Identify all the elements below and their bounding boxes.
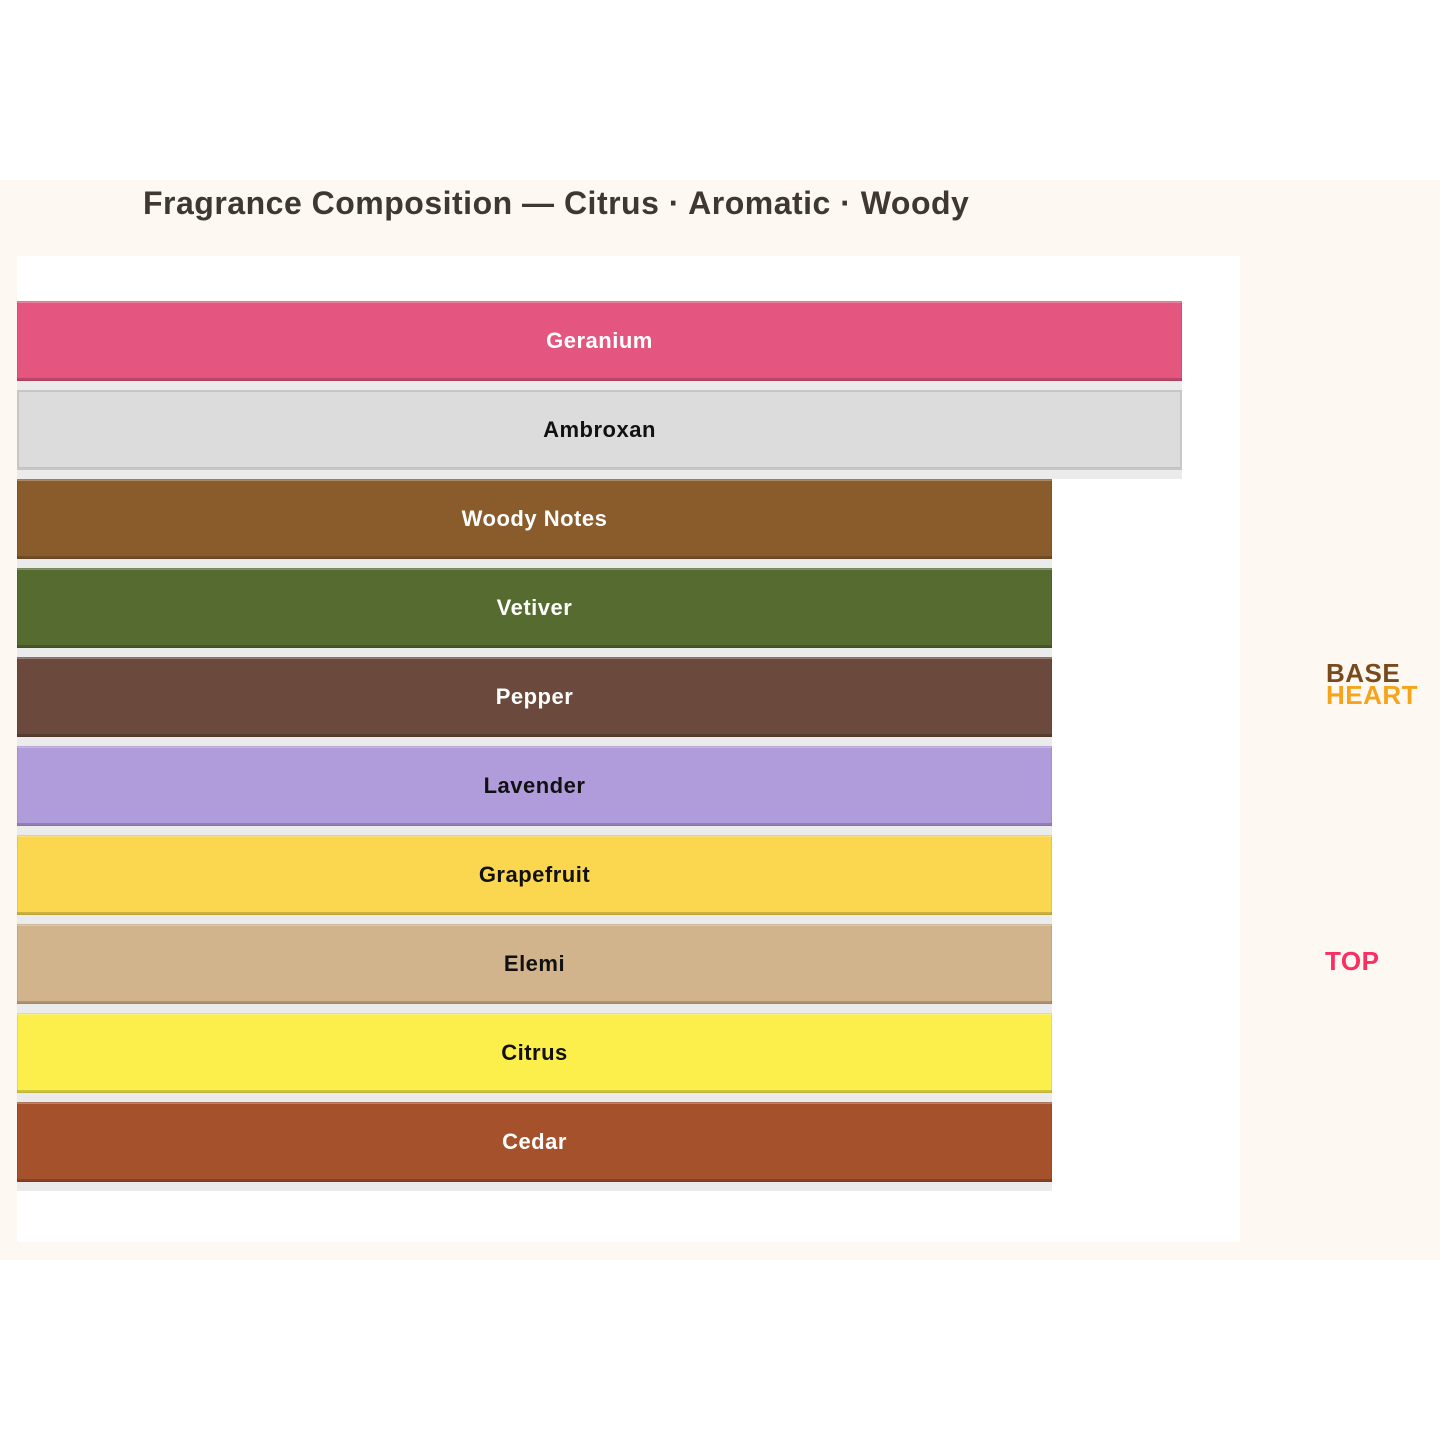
bar-label: Ambroxan <box>543 417 656 443</box>
bar-label: Citrus <box>501 1040 568 1066</box>
bar-geranium[interactable]: Geranium <box>17 301 1182 381</box>
bar-label: Grapefruit <box>479 862 590 888</box>
bar-stack: Geranium Ambroxan Woody Notes Vetiver Pepper… <box>17 301 1240 1191</box>
bar-pepper[interactable]: Pepper <box>17 657 1052 737</box>
bar-vetiver[interactable]: Vetiver <box>17 568 1052 648</box>
heart-label: HEART <box>1326 682 1418 708</box>
bar-label: Woody Notes <box>462 506 608 532</box>
bar-citrus[interactable]: Citrus <box>17 1013 1052 1093</box>
bar-ambroxan[interactable]: Ambroxan <box>17 390 1182 470</box>
bar-label: Pepper <box>496 684 574 710</box>
bar-lavender[interactable]: Lavender <box>17 746 1052 826</box>
page: Fragrance Composition — Citrus · Aromati… <box>0 0 1440 1440</box>
bar-cedar[interactable]: Cedar <box>17 1102 1052 1182</box>
bar-label: Elemi <box>504 951 565 977</box>
bar-label: Lavender <box>484 773 586 799</box>
bar-label: Vetiver <box>497 595 573 621</box>
bar-elemi[interactable]: Elemi <box>17 924 1052 1004</box>
content-band: Fragrance Composition — Citrus · Aromati… <box>0 180 1440 1260</box>
top-label: TOP <box>1325 948 1379 974</box>
bar-woody-notes[interactable]: Woody Notes <box>17 479 1052 559</box>
bar-label: Cedar <box>502 1129 567 1155</box>
bar-grapefruit[interactable]: Grapefruit <box>17 835 1052 915</box>
bar-label: Geranium <box>546 328 653 354</box>
chart-panel: Geranium Ambroxan Woody Notes Vetiver Pepper… <box>17 256 1240 1242</box>
chart-title: Fragrance Composition — Citrus · Aromati… <box>143 187 969 219</box>
